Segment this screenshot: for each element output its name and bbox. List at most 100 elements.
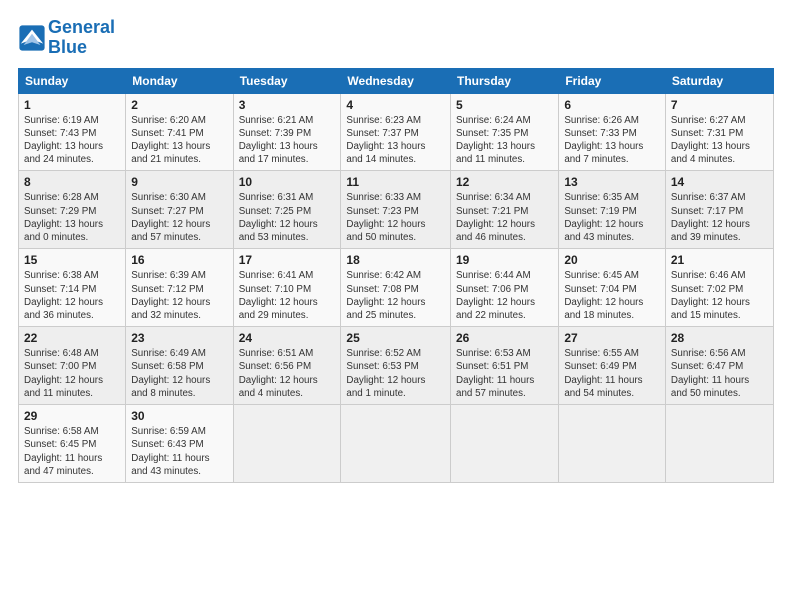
- table-cell: 20 Sunrise: 6:45 AMSunset: 7:04 PMDayligh…: [559, 249, 666, 327]
- day-info: Sunrise: 6:28 AMSunset: 7:29 PMDaylight:…: [24, 191, 120, 244]
- col-friday: Friday: [559, 68, 666, 93]
- calendar-row: 15 Sunrise: 6:38 AMSunset: 7:14 PMDayligh…: [19, 249, 774, 327]
- calendar-header-row: Sunday Monday Tuesday Wednesday Thursday…: [19, 68, 774, 93]
- day-number: 28: [671, 331, 768, 345]
- table-cell: 24Sunrise: 6:51 AMSunset: 6:56 PMDayligh…: [233, 327, 341, 405]
- table-cell: 29Sunrise: 6:58 AMSunset: 6:45 PMDayligh…: [19, 405, 126, 483]
- col-wednesday: Wednesday: [341, 68, 451, 93]
- day-info: Sunrise: 6:46 AMSunset: 7:02 PMDaylight:…: [671, 269, 768, 322]
- table-cell: 15 Sunrise: 6:38 AMSunset: 7:14 PMDayligh…: [19, 249, 126, 327]
- day-number: 30: [131, 409, 227, 423]
- day-number: 7: [671, 98, 768, 112]
- table-cell: 14 Sunrise: 6:37 AMSunset: 7:17 PMDayligh…: [665, 171, 773, 249]
- table-cell: 19Sunrise: 6:44 AMSunset: 7:06 PMDayligh…: [451, 249, 559, 327]
- table-cell: 11 Sunrise: 6:33 AMSunset: 7:23 PMDayligh…: [341, 171, 451, 249]
- day-info: Sunrise: 6:45 AMSunset: 7:04 PMDaylight:…: [564, 269, 660, 322]
- day-number: 23: [131, 331, 227, 345]
- calendar-row: 8 Sunrise: 6:28 AMSunset: 7:29 PMDaylight…: [19, 171, 774, 249]
- day-info: Sunrise: 6:38 AMSunset: 7:14 PMDaylight:…: [24, 269, 120, 322]
- day-info: Sunrise: 6:21 AMSunset: 7:39 PMDaylight:…: [239, 114, 336, 167]
- day-number: 14: [671, 175, 768, 189]
- day-number: 12: [456, 175, 553, 189]
- table-cell: 9 Sunrise: 6:30 AMSunset: 7:27 PMDaylight…: [126, 171, 233, 249]
- table-cell: 7 Sunrise: 6:27 AMSunset: 7:31 PMDaylight…: [665, 93, 773, 171]
- logo-general: General: [48, 17, 115, 37]
- day-number: 13: [564, 175, 660, 189]
- col-thursday: Thursday: [451, 68, 559, 93]
- table-cell: 17 Sunrise: 6:41 AMSunset: 7:10 PMDayligh…: [233, 249, 341, 327]
- day-number: 26: [456, 331, 553, 345]
- table-cell: 8 Sunrise: 6:28 AMSunset: 7:29 PMDaylight…: [19, 171, 126, 249]
- day-info: Sunrise: 6:58 AMSunset: 6:45 PMDaylight:…: [24, 425, 120, 478]
- day-number: 1: [24, 98, 120, 112]
- day-number: 27: [564, 331, 660, 345]
- day-info: Sunrise: 6:20 AMSunset: 7:41 PMDaylight:…: [131, 114, 227, 167]
- day-info: Sunrise: 6:23 AMSunset: 7:37 PMDaylight:…: [346, 114, 445, 167]
- table-cell: 2 Sunrise: 6:20 AMSunset: 7:41 PMDaylight…: [126, 93, 233, 171]
- table-cell: 13Sunrise: 6:35 AMSunset: 7:19 PMDayligh…: [559, 171, 666, 249]
- table-cell: [451, 405, 559, 483]
- day-info: Sunrise: 6:26 AMSunset: 7:33 PMDaylight:…: [564, 114, 660, 167]
- table-cell: 21 Sunrise: 6:46 AMSunset: 7:02 PMDayligh…: [665, 249, 773, 327]
- calendar-row: 29Sunrise: 6:58 AMSunset: 6:45 PMDayligh…: [19, 405, 774, 483]
- day-number: 2: [131, 98, 227, 112]
- day-info: Sunrise: 6:30 AMSunset: 7:27 PMDaylight:…: [131, 191, 227, 244]
- calendar-table: Sunday Monday Tuesday Wednesday Thursday…: [18, 68, 774, 483]
- day-info: Sunrise: 6:55 AMSunset: 6:49 PMDaylight:…: [564, 347, 660, 400]
- table-cell: 10 Sunrise: 6:31 AMSunset: 7:25 PMDayligh…: [233, 171, 341, 249]
- day-info: Sunrise: 6:27 AMSunset: 7:31 PMDaylight:…: [671, 114, 768, 167]
- day-number: 9: [131, 175, 227, 189]
- day-number: 24: [239, 331, 336, 345]
- page: General Blue Sunday Monday Tuesday Wedne…: [0, 0, 792, 612]
- table-cell: [559, 405, 666, 483]
- day-info: Sunrise: 6:41 AMSunset: 7:10 PMDaylight:…: [239, 269, 336, 322]
- table-cell: 4 Sunrise: 6:23 AMSunset: 7:37 PMDaylight…: [341, 93, 451, 171]
- day-info: Sunrise: 6:52 AMSunset: 6:53 PMDaylight:…: [346, 347, 445, 400]
- day-number: 20: [564, 253, 660, 267]
- day-number: 4: [346, 98, 445, 112]
- table-cell: [341, 405, 451, 483]
- logo: General Blue: [18, 18, 115, 58]
- table-cell: 12 Sunrise: 6:34 AMSunset: 7:21 PMDayligh…: [451, 171, 559, 249]
- table-cell: 28Sunrise: 6:56 AMSunset: 6:47 PMDayligh…: [665, 327, 773, 405]
- day-number: 22: [24, 331, 120, 345]
- day-info: Sunrise: 6:33 AMSunset: 7:23 PMDaylight:…: [346, 191, 445, 244]
- logo-icon: [18, 24, 46, 52]
- day-info: Sunrise: 6:37 AMSunset: 7:17 PMDaylight:…: [671, 191, 768, 244]
- day-info: Sunrise: 6:53 AMSunset: 6:51 PMDaylight:…: [456, 347, 553, 400]
- day-info: Sunrise: 6:34 AMSunset: 7:21 PMDaylight:…: [456, 191, 553, 244]
- day-info: Sunrise: 6:49 AMSunset: 6:58 PMDaylight:…: [131, 347, 227, 400]
- table-cell: 3 Sunrise: 6:21 AMSunset: 7:39 PMDaylight…: [233, 93, 341, 171]
- day-number: 11: [346, 175, 445, 189]
- table-cell: 30Sunrise: 6:59 AMSunset: 6:43 PMDayligh…: [126, 405, 233, 483]
- day-info: Sunrise: 6:24 AMSunset: 7:35 PMDaylight:…: [456, 114, 553, 167]
- table-cell: 5 Sunrise: 6:24 AMSunset: 7:35 PMDaylight…: [451, 93, 559, 171]
- col-monday: Monday: [126, 68, 233, 93]
- calendar-row: 22Sunrise: 6:48 AMSunset: 7:00 PMDayligh…: [19, 327, 774, 405]
- day-number: 6: [564, 98, 660, 112]
- day-info: Sunrise: 6:42 AMSunset: 7:08 PMDaylight:…: [346, 269, 445, 322]
- table-cell: 22Sunrise: 6:48 AMSunset: 7:00 PMDayligh…: [19, 327, 126, 405]
- day-number: 18: [346, 253, 445, 267]
- day-number: 5: [456, 98, 553, 112]
- calendar-row: 1 Sunrise: 6:19 AMSunset: 7:43 PMDaylight…: [19, 93, 774, 171]
- day-number: 8: [24, 175, 120, 189]
- table-cell: 25Sunrise: 6:52 AMSunset: 6:53 PMDayligh…: [341, 327, 451, 405]
- col-tuesday: Tuesday: [233, 68, 341, 93]
- logo-blue: Blue: [48, 37, 87, 57]
- col-saturday: Saturday: [665, 68, 773, 93]
- day-info: Sunrise: 6:31 AMSunset: 7:25 PMDaylight:…: [239, 191, 336, 244]
- table-cell: [665, 405, 773, 483]
- day-number: 17: [239, 253, 336, 267]
- day-number: 16: [131, 253, 227, 267]
- logo-text: General Blue: [48, 18, 115, 58]
- table-cell: 6 Sunrise: 6:26 AMSunset: 7:33 PMDaylight…: [559, 93, 666, 171]
- day-number: 15: [24, 253, 120, 267]
- table-cell: [233, 405, 341, 483]
- day-number: 10: [239, 175, 336, 189]
- table-cell: 1 Sunrise: 6:19 AMSunset: 7:43 PMDaylight…: [19, 93, 126, 171]
- table-cell: 16Sunrise: 6:39 AMSunset: 7:12 PMDayligh…: [126, 249, 233, 327]
- day-number: 21: [671, 253, 768, 267]
- day-info: Sunrise: 6:19 AMSunset: 7:43 PMDaylight:…: [24, 114, 120, 167]
- day-number: 3: [239, 98, 336, 112]
